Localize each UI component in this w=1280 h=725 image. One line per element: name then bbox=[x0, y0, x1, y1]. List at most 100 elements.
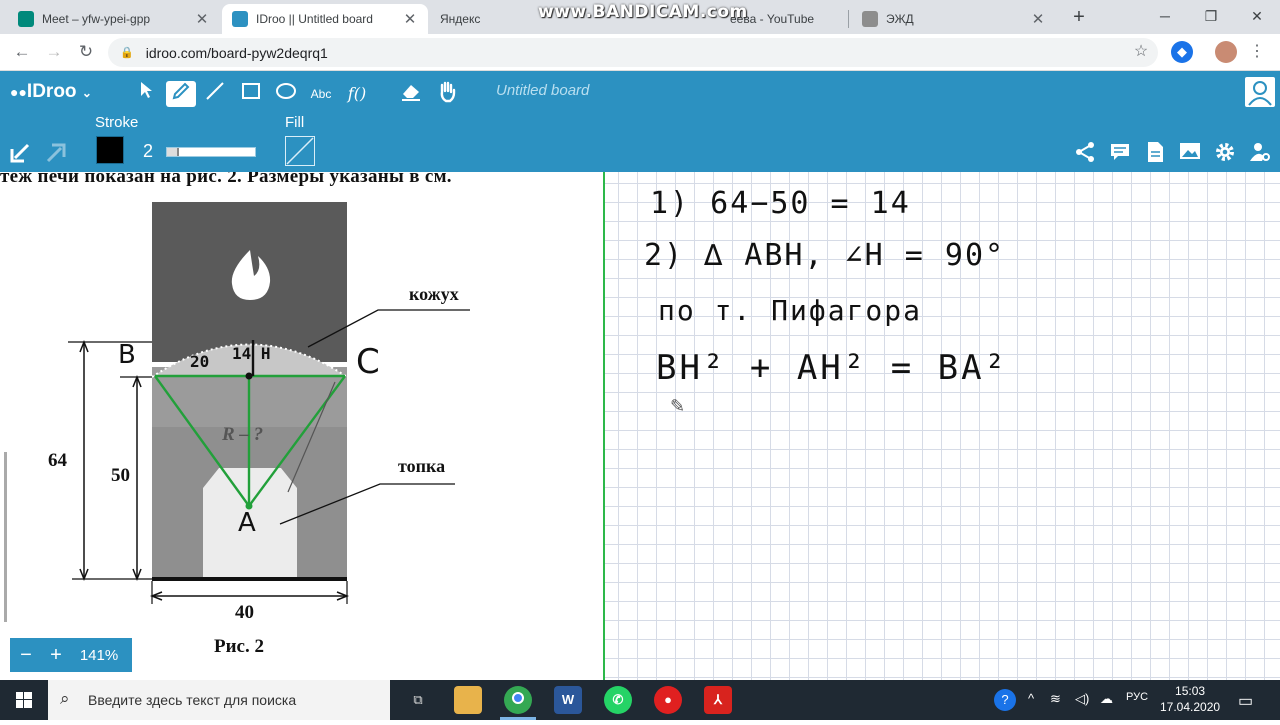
formula-tool-button[interactable]: f() bbox=[342, 81, 372, 107]
stroke-label: Stroke bbox=[95, 114, 139, 131]
gear-icon[interactable] bbox=[1213, 141, 1237, 165]
handwritten-c: C bbox=[356, 342, 380, 382]
image-icon[interactable] bbox=[1178, 141, 1202, 165]
select-tool-button[interactable] bbox=[132, 81, 162, 107]
rectangle-tool-button[interactable] bbox=[236, 81, 266, 107]
label-kozhukh: кожух bbox=[409, 284, 459, 304]
line-icon bbox=[206, 82, 224, 100]
idroo-icon bbox=[232, 11, 248, 27]
dimension-50: 50 bbox=[111, 465, 130, 486]
line-tool-button[interactable] bbox=[200, 81, 230, 107]
chrome-icon[interactable] bbox=[504, 686, 532, 714]
pen-icon bbox=[172, 82, 190, 100]
extension-icon[interactable]: ◆ bbox=[1171, 41, 1193, 63]
close-icon[interactable]: ✕ bbox=[194, 10, 210, 28]
recorder-watermark: www.BANDICAM.com bbox=[538, 2, 748, 22]
share-icon[interactable] bbox=[1073, 141, 1097, 165]
chevron-down-icon: ⌄ bbox=[81, 86, 92, 100]
stroke-width-slider[interactable] bbox=[166, 147, 256, 157]
start-button[interactable] bbox=[0, 680, 48, 720]
onedrive-icon[interactable]: ☁ bbox=[1100, 691, 1113, 707]
idroo-logo[interactable]: ●●IDroo ⌄ bbox=[10, 81, 92, 103]
arrow-up-right-icon[interactable] bbox=[44, 141, 68, 165]
stove-figure bbox=[68, 202, 470, 604]
handwritten-20: 20 bbox=[190, 352, 210, 371]
stroke-width-value: 2 bbox=[143, 141, 154, 161]
hand-icon bbox=[440, 81, 456, 103]
zoom-in-button[interactable]: + bbox=[42, 644, 70, 667]
tab-idroo[interactable]: IDroo || Untitled board ✕ bbox=[222, 4, 428, 34]
help-icon[interactable]: ? bbox=[994, 689, 1016, 711]
taskbar-search[interactable]: ⌕ Введите здесь текст для поиска bbox=[48, 680, 390, 720]
address-bar[interactable]: 🔒 idroo.com/board-pyw2deqrq1 bbox=[108, 38, 1158, 67]
volume-icon[interactable]: ◁) bbox=[1075, 691, 1089, 707]
forward-button[interactable]: → bbox=[40, 38, 68, 66]
clock[interactable]: 15:03 17.04.2020 bbox=[1160, 683, 1220, 715]
network-icon[interactable]: ≋ bbox=[1050, 691, 1061, 707]
eraser-tool-button[interactable] bbox=[396, 81, 426, 107]
new-tab-button[interactable]: + bbox=[1066, 6, 1092, 28]
browser-tab-strip: Meet – yfw-ypei-gpp ✕ IDroo || Untitled … bbox=[0, 0, 1280, 34]
label-topka: топка bbox=[398, 456, 446, 476]
word-icon[interactable]: W bbox=[554, 686, 582, 714]
text-tool-button[interactable]: Abc bbox=[306, 81, 336, 107]
bookmark-star-icon[interactable]: ☆ bbox=[1130, 41, 1152, 63]
board-title[interactable]: Untitled board bbox=[496, 82, 589, 99]
language-indicator[interactable]: РУС bbox=[1126, 691, 1148, 703]
slider-handle[interactable] bbox=[167, 148, 179, 156]
tab-ezhd[interactable]: ЭЖД ✕ bbox=[852, 4, 1056, 34]
chat-icon[interactable] bbox=[1108, 141, 1132, 165]
lock-icon: 🔒 bbox=[120, 47, 134, 59]
document-icon bbox=[862, 11, 878, 27]
whatsapp-icon[interactable]: ✆ bbox=[604, 686, 632, 714]
tab-meet[interactable]: Meet – yfw-ypei-gpp ✕ bbox=[8, 4, 220, 34]
zoom-out-button[interactable]: − bbox=[10, 644, 42, 667]
handwriting-line-1: 1) 64−50 = 14 bbox=[650, 186, 911, 221]
chevron-up-icon[interactable]: ^ bbox=[1028, 691, 1034, 706]
stroke-color-swatch[interactable] bbox=[96, 136, 124, 164]
record-icon[interactable]: ● bbox=[654, 686, 682, 714]
url-text: idroo.com/board-pyw2deqrq1 bbox=[145, 44, 328, 61]
profile-avatar[interactable] bbox=[1215, 41, 1237, 63]
tab-title: ЭЖД bbox=[886, 12, 914, 26]
notifications-icon[interactable]: ▭ bbox=[1238, 691, 1253, 711]
zoom-level[interactable]: 141% bbox=[70, 647, 128, 664]
fill-label: Fill bbox=[285, 114, 305, 131]
windows-taskbar: ⌕ Введите здесь текст для поиска ⧉ W ✆ ●… bbox=[0, 680, 1280, 720]
file-explorer-icon[interactable] bbox=[454, 686, 482, 714]
ellipse-icon bbox=[276, 83, 296, 99]
ellipse-tool-button[interactable] bbox=[271, 81, 301, 107]
arrow-down-left-icon[interactable] bbox=[8, 141, 32, 165]
tab-title: IDroo || Untitled board bbox=[256, 12, 373, 26]
zoom-control: − + 141% bbox=[10, 638, 132, 672]
user-avatar[interactable] bbox=[1245, 77, 1275, 107]
minimize-button[interactable]: ─ bbox=[1142, 0, 1188, 32]
pen-tool-button[interactable] bbox=[166, 81, 196, 107]
windows-logo-icon bbox=[16, 692, 32, 708]
browser-toolbar: ← → ↻ 🔒 idroo.com/board-pyw2deqrq1 ☆ ◆ ⋮ bbox=[0, 34, 1280, 71]
close-icon[interactable]: ✕ bbox=[402, 10, 418, 28]
hand-tool-button[interactable] bbox=[432, 81, 462, 107]
close-icon[interactable]: ✕ bbox=[1030, 10, 1046, 28]
idroo-toolbar: ●●IDroo ⌄ Abc f() Untitled board Stroke … bbox=[0, 71, 1280, 172]
tab-yandex[interactable]: Яндекс bbox=[430, 4, 530, 34]
tab-title: Meet – yfw-ypei-gpp bbox=[42, 12, 151, 26]
close-window-button[interactable]: ✕ bbox=[1234, 0, 1280, 32]
dimension-64: 64 bbox=[48, 450, 67, 471]
green-divider-line bbox=[603, 172, 605, 680]
user-settings-icon[interactable] bbox=[1248, 141, 1272, 165]
document-icon[interactable] bbox=[1143, 141, 1167, 165]
restore-button[interactable]: ❐ bbox=[1188, 0, 1234, 32]
task-view-icon[interactable]: ⧉ bbox=[404, 686, 432, 714]
whiteboard-canvas[interactable]: теж печи показан на рис. 2. Размеры указ… bbox=[0, 172, 1280, 680]
rectangle-icon bbox=[242, 83, 260, 99]
reload-button[interactable]: ↻ bbox=[72, 38, 100, 66]
select-icon bbox=[141, 82, 152, 98]
no-fill-icon bbox=[286, 137, 314, 165]
pdf-icon[interactable]: ⅄ bbox=[704, 686, 732, 714]
handwritten-b: B bbox=[118, 340, 136, 370]
fill-color-swatch[interactable] bbox=[285, 136, 315, 166]
menu-icon[interactable]: ⋮ bbox=[1246, 41, 1268, 63]
clock-time: 15:03 bbox=[1175, 684, 1206, 698]
back-button[interactable]: ← bbox=[8, 38, 36, 66]
